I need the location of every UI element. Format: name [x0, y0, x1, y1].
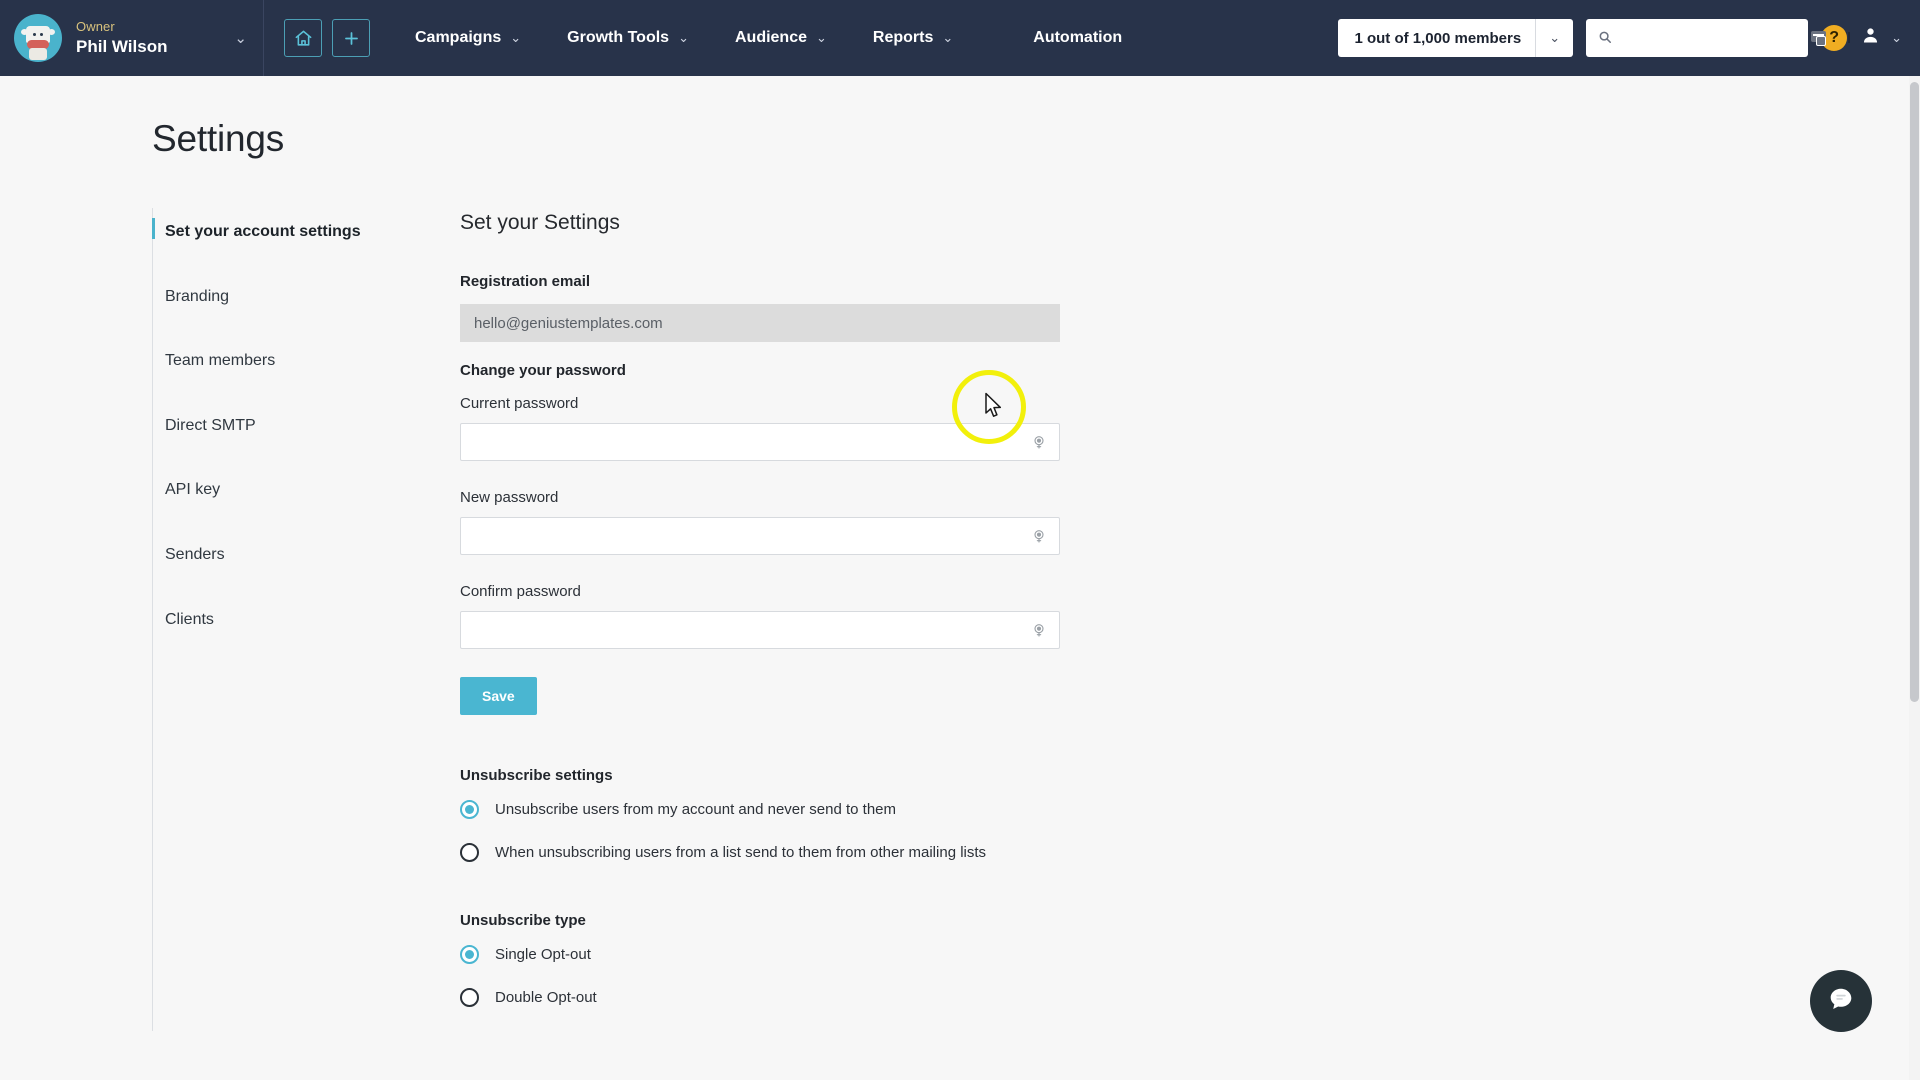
- unsubscribe-setting-option-2[interactable]: When unsubscribing users from a list sen…: [460, 843, 1060, 862]
- change-password-heading: Change your password: [460, 362, 626, 379]
- sidebar-item-label: Direct SMTP: [165, 416, 256, 434]
- account-avatar-logo: [14, 14, 62, 62]
- sidebar-item-team-members[interactable]: Team members: [153, 339, 427, 383]
- sidebar-item-label: Senders: [165, 545, 225, 563]
- home-button[interactable]: [284, 19, 322, 57]
- toggle-password-visibility-icon[interactable]: [1029, 432, 1049, 452]
- toggle-password-visibility-icon[interactable]: [1029, 620, 1049, 640]
- account-user-name: Phil Wilson: [76, 36, 168, 56]
- new-password-wrapper: [460, 517, 1060, 555]
- chat-support-button[interactable]: [1810, 970, 1872, 1032]
- nav-label: Campaigns: [415, 29, 502, 46]
- confirm-password-input[interactable]: [460, 611, 1060, 649]
- user-account-menu[interactable]: ⌄: [1860, 25, 1902, 51]
- radio-icon[interactable]: [460, 988, 479, 1007]
- nav-label: Reports: [872, 29, 934, 46]
- new-password-label: New password: [460, 489, 559, 506]
- current-password-input[interactable]: [460, 423, 1060, 461]
- registration-email-field: [460, 304, 1060, 342]
- option-label: Double Opt-out: [495, 989, 597, 1006]
- page-body: Settings Set your account settings Brand…: [0, 76, 1920, 1031]
- sidebar-item-branding[interactable]: Branding: [153, 275, 427, 319]
- save-button[interactable]: Save: [460, 677, 537, 715]
- nav-item-campaigns[interactable]: Campaigns ⌄: [392, 29, 544, 47]
- radio-icon[interactable]: [460, 800, 479, 819]
- settings-layout: Set your account settings Branding Team …: [0, 208, 1920, 1031]
- nav-item-audience[interactable]: Audience ⌄: [712, 29, 850, 47]
- sidebar-item-direct-smtp[interactable]: Direct SMTP: [153, 404, 427, 448]
- search-input[interactable]: [1612, 30, 1810, 46]
- sidebar-item-label: Branding: [165, 287, 230, 305]
- quick-action-buttons: [284, 19, 370, 57]
- sidebar-item-label: API key: [165, 481, 221, 499]
- unsubscribe-type-option-single[interactable]: Single Opt-out: [460, 945, 1060, 964]
- nav-label: Automation: [1033, 29, 1123, 46]
- chevron-down-icon[interactable]: ⌄: [1536, 30, 1573, 46]
- chevron-down-icon: ⌄: [678, 30, 689, 45]
- sidebar-item-label: Team members: [165, 352, 276, 370]
- brand-account-switcher[interactable]: Owner Phil Wilson ⌄: [0, 0, 264, 76]
- nav-item-automation[interactable]: Automation: [976, 29, 1145, 47]
- unsubscribe-settings-heading: Unsubscribe settings: [460, 767, 613, 784]
- confirm-password-wrapper: [460, 611, 1060, 649]
- unsubscribe-setting-option-1[interactable]: Unsubscribe users from my account and ne…: [460, 800, 1060, 819]
- current-password-wrapper: [460, 423, 1060, 461]
- sidebar-item-account-settings[interactable]: Set your account settings: [152, 210, 427, 254]
- sidebar-item-api-key[interactable]: API key: [153, 468, 427, 512]
- option-label: Unsubscribe users from my account and ne…: [495, 801, 897, 818]
- settings-sidebar: Set your account settings Branding Team …: [152, 208, 427, 1031]
- account-role-label: Owner: [76, 18, 115, 34]
- nav-item-growth-tools[interactable]: Growth Tools ⌄: [544, 29, 712, 47]
- chevron-down-icon: ⌄: [816, 30, 827, 45]
- chevron-down-icon: ⌄: [1891, 30, 1902, 45]
- top-navigation-bar: Owner Phil Wilson ⌄ Campaigns ⌄ Growth T…: [0, 0, 1920, 76]
- chat-bubble-icon: [1826, 984, 1856, 1019]
- nav-label: Growth Tools: [567, 29, 670, 46]
- sidebar-item-clients[interactable]: Clients: [153, 598, 427, 642]
- nav-label: Audience: [734, 29, 807, 46]
- current-password-label: Current password: [460, 395, 579, 412]
- nav-right-cluster: 1 out of 1,000 members ⌄ All ⌄ ?: [1338, 19, 1920, 57]
- toggle-password-visibility-icon[interactable]: [1029, 526, 1049, 546]
- unsubscribe-type-option-double[interactable]: Double Opt-out: [460, 988, 1060, 1007]
- sidebar-item-label: Set your account settings: [165, 223, 361, 240]
- sidebar-item-senders[interactable]: Senders: [153, 533, 427, 577]
- option-label: Single Opt-out: [495, 946, 591, 963]
- option-label: When unsubscribing users from a list sen…: [495, 844, 987, 861]
- confirm-password-label: Confirm password: [460, 583, 581, 600]
- unsubscribe-type-heading: Unsubscribe type: [460, 912, 586, 929]
- main-nav-links: Campaigns ⌄ Growth Tools ⌄ Audience ⌄ Re…: [392, 29, 1145, 47]
- page-title: Settings: [152, 118, 285, 159]
- search-icon: [1598, 30, 1612, 47]
- chevron-down-icon[interactable]: ⌄: [216, 29, 247, 47]
- plus-icon: [342, 29, 361, 48]
- sidebar-item-label: Clients: [165, 610, 214, 628]
- input-method-icon: [1809, 30, 1827, 46]
- member-quota-label: 1 out of 1,000 members: [1354, 29, 1522, 47]
- radio-icon[interactable]: [460, 945, 479, 964]
- user-icon: [1860, 25, 1881, 51]
- registration-email-label: Registration email: [460, 273, 591, 290]
- new-password-input[interactable]: [460, 517, 1060, 555]
- nav-item-reports[interactable]: Reports ⌄: [850, 29, 976, 47]
- chevron-down-icon: ⌄: [510, 30, 522, 45]
- content-heading: Set your Settings: [460, 211, 620, 234]
- page-scrollbar-thumb[interactable]: [1910, 82, 1919, 702]
- global-search-bar[interactable]: All ⌄: [1586, 19, 1873, 57]
- settings-content-panel: Set your Settings Registration email Cha…: [460, 208, 1060, 1031]
- radio-icon[interactable]: [460, 843, 479, 862]
- home-icon: [294, 29, 313, 48]
- member-quota-dropdown[interactable]: 1 out of 1,000 members ⌄: [1338, 19, 1574, 57]
- add-button[interactable]: [332, 19, 370, 57]
- chevron-down-icon: ⌄: [942, 30, 954, 45]
